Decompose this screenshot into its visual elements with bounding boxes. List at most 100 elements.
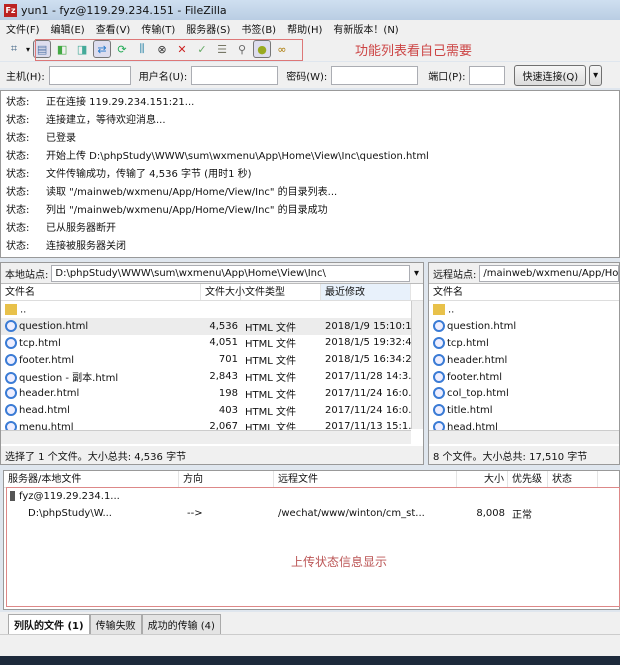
html-file-icon (5, 372, 17, 385)
username-input[interactable] (191, 65, 279, 85)
file-row[interactable]: header.html (429, 351, 619, 368)
file-date: 2018/1/5 16:34:20 (325, 354, 411, 366)
html-file-icon (5, 353, 17, 366)
file-name: .. (20, 304, 27, 316)
file-row[interactable]: head.html 403 HTML 文件 2017/11/24 16:0... (1, 402, 423, 419)
file-row[interactable]: footer.html 701 HTML 文件 2018/1/5 16:34:20 (1, 351, 423, 368)
remote-pane: 远程站点: /mainweb/wxmenu/App/Home 文件名 .. que… (428, 262, 620, 465)
remote-path-input[interactable]: /mainweb/wxmenu/App/Home (479, 264, 619, 282)
file-date: 2018/1/5 19:32:48 (325, 337, 411, 349)
log-entry: 状态: 连接被服务器关闭 (1, 235, 619, 253)
log-key: 状态: (6, 222, 30, 234)
file-row[interactable]: col_top.html (429, 385, 619, 402)
tab-successful-transfers[interactable]: 成功的传输 (4) (141, 614, 221, 634)
col-filename[interactable]: 文件名 (1, 284, 201, 300)
local-path-input[interactable]: D:\phpStudy\WWW\sum\wxmenu\App\Home\View… (51, 264, 410, 282)
file-size: 4,536 (209, 320, 238, 332)
menu-file[interactable]: 文件(F) (6, 21, 40, 36)
menu-server[interactable]: 服务器(S) (186, 21, 230, 36)
file-name: tcp.html (19, 337, 61, 349)
host-label: 主机(H): (6, 71, 45, 83)
log-message: 正在连接 119.29.234.151:21... (46, 96, 195, 108)
file-row[interactable]: question - 副本.html 2,843 HTML 文件 2017/11/28… (1, 368, 423, 385)
log-entry: 状态: 已从服务器断开 (1, 217, 619, 235)
local-site-bar: 本地站点: D:\phpStudy\WWW\sum\wxmenu\App\Hom… (1, 263, 423, 284)
password-label: 密码(W): (286, 71, 328, 83)
file-date: 2018/1/9 15:10:10 (325, 320, 411, 332)
file-size: 701 (218, 354, 238, 366)
menu-edit[interactable]: 编辑(E) (51, 21, 85, 36)
html-file-icon (5, 336, 17, 349)
file-row[interactable]: .. (1, 301, 423, 318)
col-remote-file[interactable]: 远程文件 (274, 471, 457, 487)
remote-site-label: 远程站点: (433, 269, 477, 281)
menu-help[interactable]: 帮助(H) (287, 21, 322, 36)
col-modified[interactable]: 最近修改 (321, 284, 411, 300)
quickconnect-dropdown[interactable]: ▾ (589, 64, 603, 86)
log-message: 列出 "/mainweb/wxmenu/App/Home/View/Inc" 的… (46, 204, 328, 216)
html-file-icon (5, 387, 17, 400)
file-name: header.html (19, 388, 80, 400)
col-direction[interactable]: 方向 (179, 471, 274, 487)
remote-status: 8 个文件。大小总共: 17,510 字节 (429, 446, 619, 464)
html-file-icon (5, 320, 17, 333)
folder-icon (433, 303, 445, 315)
menu-view[interactable]: 查看(V) (96, 21, 131, 36)
log-key: 状态: (6, 114, 30, 126)
file-row[interactable]: footer.html (429, 368, 619, 385)
title-bar: Fz yun1 - fyz@119.29.234.151 - FileZilla (0, 0, 620, 20)
col-server-local[interactable]: 服务器/本地文件 (4, 471, 179, 487)
col-filetype[interactable]: 文件类型 (241, 284, 321, 300)
vertical-scrollbar[interactable] (411, 301, 423, 429)
file-row[interactable]: question.html 4,536 HTML 文件 2018/1/9 15:10:… (1, 317, 423, 335)
quickconnect-button[interactable]: 快速连接(Q) (514, 64, 587, 86)
file-row[interactable]: header.html 198 HTML 文件 2017/11/24 16:0... (1, 385, 423, 402)
file-type: HTML 文件 (245, 373, 297, 385)
host-input[interactable] (48, 65, 131, 85)
log-message: 已从服务器断开 (46, 222, 116, 234)
log-key: 状态: (6, 204, 30, 216)
file-name: tcp.html (447, 337, 489, 349)
status-bar (0, 634, 620, 656)
col-priority[interactable]: 优先级 (508, 471, 548, 487)
remote-site-bar: 远程站点: /mainweb/wxmenu/App/Home (429, 263, 619, 284)
tab-queued-files[interactable]: 列队的文件 (1) (8, 614, 90, 634)
menu-new-version[interactable]: 有新版本！(N) (333, 21, 398, 36)
file-row[interactable]: .. (429, 301, 619, 318)
file-row[interactable]: tcp.html 4,051 HTML 文件 2018/1/5 19:32:48 (1, 335, 423, 352)
log-message: 文件传输成功，传输了 4,536 字节 (用时1 秒) (46, 168, 252, 180)
log-message: 读取 "/mainweb/wxmenu/App/Home/View/Inc" 的… (46, 186, 338, 198)
log-entry: 状态: 正在连接 119.29.234.151:21... (1, 91, 619, 109)
horizontal-scrollbar[interactable] (429, 430, 619, 444)
file-row[interactable]: question.html (429, 318, 619, 335)
file-row[interactable]: title.html (429, 402, 619, 419)
file-size: 4,051 (209, 337, 238, 349)
site-manager-icon[interactable]: ⌗ (6, 41, 22, 57)
file-row[interactable]: tcp.html (429, 335, 619, 352)
taskbar (0, 656, 620, 665)
log-entry: 状态: 文件传输成功，传输了 4,536 字节 (用时1 秒) (1, 163, 619, 181)
col-size[interactable]: 大小 (457, 471, 508, 487)
menu-bar: 文件(F) 编辑(E) 查看(V) 传输(T) 服务器(S) 书签(B) 帮助(… (0, 20, 620, 37)
file-type: HTML 文件 (245, 356, 297, 368)
port-input[interactable] (469, 65, 506, 85)
file-name: .. (448, 304, 455, 316)
log-entry: 状态: 列出 "/mainweb/wxmenu/App/Home/View/Inc… (1, 199, 619, 217)
log-entry: 状态: 连接建立，等待欢迎消息... (1, 109, 619, 127)
html-file-icon (433, 320, 445, 333)
horizontal-scrollbar[interactable] (1, 430, 411, 444)
col-status[interactable]: 状态 (548, 471, 598, 487)
menu-transfer[interactable]: 传输(T) (141, 21, 175, 36)
tab-failed-transfers[interactable]: 传输失败 (89, 614, 142, 634)
html-file-icon (433, 370, 445, 383)
log-entry: 状态: 读取 "/mainweb/wxmenu/App/Home/View/Inc… (1, 181, 619, 199)
chevron-down-icon[interactable]: ▾ (26, 45, 30, 54)
folder-icon (5, 303, 17, 315)
col-filesize[interactable]: 文件大小 (201, 284, 245, 300)
file-name: question - 副本.html (19, 373, 119, 385)
chevron-down-icon[interactable]: ▾ (410, 268, 423, 279)
html-file-icon (433, 353, 445, 366)
password-input[interactable] (331, 65, 419, 85)
menu-bookmarks[interactable]: 书签(B) (241, 21, 276, 36)
col-filename[interactable]: 文件名 (429, 284, 619, 300)
